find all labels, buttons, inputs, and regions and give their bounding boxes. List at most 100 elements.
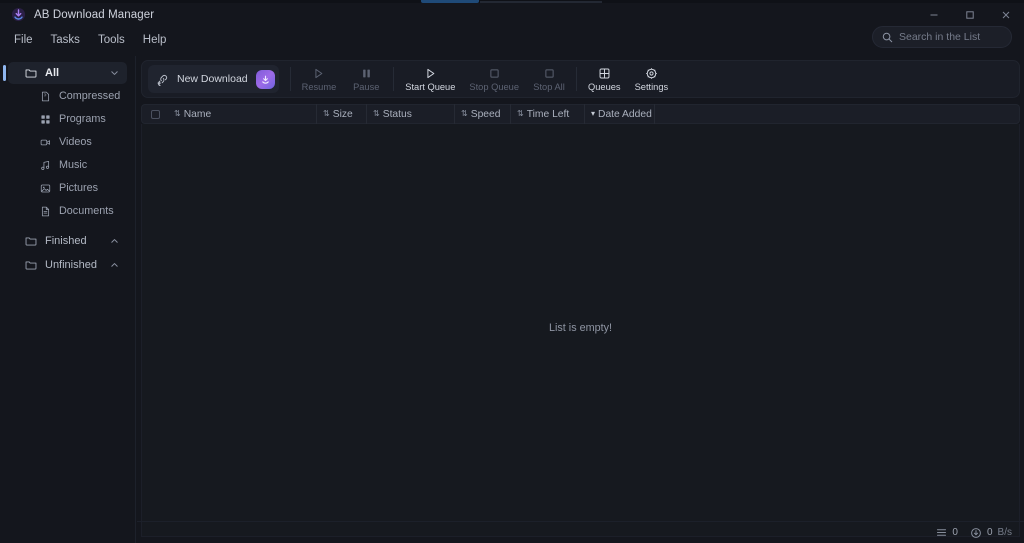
- resume-button[interactable]: Resume: [295, 62, 344, 96]
- select-all-checkbox[interactable]: [142, 109, 168, 119]
- sidebar-item-label: Videos: [59, 136, 92, 148]
- download-list[interactable]: List is empty!: [141, 124, 1020, 537]
- status-download-count: 0 B/s: [970, 527, 1012, 539]
- download-cloud-icon: [970, 527, 982, 539]
- status-list-count: 0: [936, 527, 958, 538]
- active-indicator: [3, 65, 6, 81]
- title-bar: AB Download Manager: [0, 3, 1024, 26]
- app-window: AB Download Manager File Tasks Tools Hel…: [0, 0, 1024, 543]
- main-panel: New Download Resume Pause Start Queue St…: [137, 56, 1024, 543]
- download-count-value: 0: [986, 527, 993, 538]
- sidebar-item-label: Pictures: [59, 182, 99, 194]
- sidebar-item-label: Programs: [59, 113, 106, 125]
- sidebar-item-music[interactable]: Music: [8, 154, 127, 176]
- column-label: Time Left: [526, 108, 570, 120]
- column-label: Size: [332, 108, 353, 120]
- speed-unit-label: B/s: [997, 527, 1012, 538]
- app-logo-icon: [10, 7, 26, 23]
- chevron-down-icon[interactable]: [110, 69, 119, 78]
- column-label: Date Added: [598, 108, 652, 120]
- list-lines-icon: [936, 527, 947, 538]
- checkbox-icon: [150, 109, 160, 119]
- minimize-button[interactable]: [916, 3, 952, 26]
- settings-label: Settings: [634, 82, 669, 92]
- list-count-value: 0: [952, 527, 958, 538]
- settings-button[interactable]: Settings: [628, 62, 676, 96]
- sidebar-item-programs[interactable]: Programs: [8, 108, 127, 130]
- sort-icon: ⇅: [517, 109, 524, 118]
- sidebar-item-label: Music: [59, 159, 88, 171]
- link-plus-icon: [156, 73, 169, 86]
- new-download-button[interactable]: New Download: [148, 65, 279, 93]
- folder-icon: [24, 234, 38, 248]
- toolbar: New Download Resume Pause Start Queue St…: [141, 60, 1020, 98]
- document-icon: [38, 204, 52, 218]
- toolbar-separator: [289, 67, 291, 91]
- queues-button[interactable]: Queues: [581, 62, 628, 96]
- column-header-status[interactable]: ⇅ Status: [366, 104, 454, 124]
- queues-label: Queues: [588, 82, 621, 92]
- download-arrow-icon[interactable]: [255, 69, 275, 89]
- start-queue-button[interactable]: Start Queue: [398, 62, 462, 96]
- menu-item-tasks[interactable]: Tasks: [51, 31, 89, 49]
- column-header-size[interactable]: ⇅ Size: [316, 104, 366, 124]
- sort-icon: ⇅: [373, 109, 380, 118]
- sidebar-item-label: Unfinished: [45, 259, 97, 271]
- sort-icon: ⇅: [174, 109, 181, 118]
- column-header-date-added[interactable]: ▾ Date Added: [584, 104, 654, 124]
- sidebar-item-label: All: [45, 67, 60, 79]
- column-label: Speed: [470, 108, 501, 120]
- apps-grid-icon: [38, 112, 52, 126]
- sidebar-item-label: Compressed: [59, 90, 121, 102]
- column-label: Name: [183, 108, 212, 120]
- menu-bar: File Tasks Tools Help: [0, 28, 1024, 52]
- sidebar-item-unfinished[interactable]: Unfinished: [8, 254, 127, 276]
- folder-icon: [24, 258, 38, 272]
- menu-item-file[interactable]: File: [14, 31, 42, 49]
- list-header: ⇅ Name ⇅ Size ⇅ Status ⇅ Speed ⇅ Time Le…: [141, 104, 1020, 124]
- sidebar-item-pictures[interactable]: Pictures: [8, 177, 127, 199]
- column-header-name[interactable]: ⇅ Name: [168, 104, 316, 124]
- start-queue-label: Start Queue: [405, 82, 456, 92]
- sidebar-item-all[interactable]: All: [3, 62, 127, 84]
- status-bar: 0 0 B/s: [137, 521, 1024, 543]
- stop-square-icon: [488, 66, 501, 80]
- toolbar-separator: [393, 67, 395, 91]
- column-header-time-left[interactable]: ⇅ Time Left: [510, 104, 584, 124]
- sidebar: All Compressed Programs Videos Music Pic…: [0, 56, 136, 543]
- queue-grid-icon: [598, 66, 611, 80]
- sidebar-item-label: Finished: [45, 235, 87, 247]
- app-title: AB Download Manager: [34, 8, 155, 21]
- menu-item-tools[interactable]: Tools: [98, 31, 134, 49]
- chevron-up-icon[interactable]: [110, 237, 119, 246]
- sidebar-item-finished[interactable]: Finished: [8, 230, 127, 252]
- column-header-spacer: [654, 104, 668, 124]
- resume-label: Resume: [301, 82, 337, 92]
- stop-square-icon: [543, 66, 556, 80]
- column-header-speed[interactable]: ⇅ Speed: [454, 104, 510, 124]
- search-input[interactable]: [899, 31, 1003, 43]
- pause-icon: [360, 66, 373, 80]
- sidebar-item-documents[interactable]: Documents: [8, 200, 127, 222]
- close-button[interactable]: [988, 3, 1024, 26]
- pause-label: Pause: [353, 82, 380, 92]
- search-box[interactable]: [872, 26, 1012, 48]
- stop-queue-button[interactable]: Stop Queue: [462, 62, 526, 96]
- sort-icon: ⇅: [461, 109, 468, 118]
- archive-file-icon: [38, 89, 52, 103]
- sidebar-item-compressed[interactable]: Compressed: [8, 85, 127, 107]
- chevron-up-icon[interactable]: [110, 261, 119, 270]
- pause-button[interactable]: Pause: [343, 62, 389, 96]
- search-icon: [882, 32, 893, 43]
- music-note-icon: [38, 158, 52, 172]
- stop-all-button[interactable]: Stop All: [526, 62, 572, 96]
- window-controls: [916, 3, 1024, 26]
- toolbar-separator: [576, 67, 578, 91]
- video-camera-icon: [38, 135, 52, 149]
- sidebar-item-videos[interactable]: Videos: [8, 131, 127, 153]
- menu-item-help[interactable]: Help: [143, 31, 176, 49]
- play-outline-icon: [424, 66, 437, 80]
- column-label: Status: [382, 108, 412, 120]
- play-outline-icon: [312, 66, 325, 80]
- maximize-button[interactable]: [952, 3, 988, 26]
